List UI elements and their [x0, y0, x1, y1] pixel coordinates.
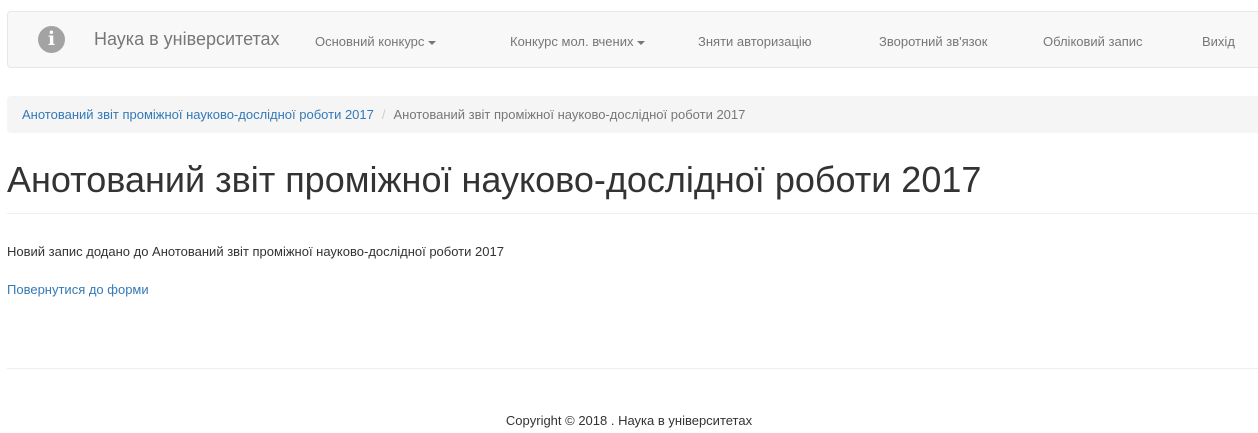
nav-item-logout[interactable]: Вихід [1202, 34, 1235, 49]
breadcrumb-separator: / [381, 107, 386, 122]
nav-item-label: Конкурс мол. вчених [510, 34, 634, 49]
success-message: Новий запис додано до Анотований звіт пр… [7, 244, 504, 259]
footer-copyright: Copyright © 2018 . Наука в університетах [505, 413, 753, 428]
info-icon[interactable]: i [38, 26, 65, 53]
breadcrumb: Анотований звіт проміжної науково-дослід… [7, 96, 1258, 133]
title-divider [7, 213, 1258, 214]
nav-item-feedback[interactable]: Зворотний зв'язок [879, 34, 987, 49]
back-to-form-link[interactable]: Повернутися до форми [7, 282, 149, 297]
page-title: Анотований звіт проміжної науково-дослід… [7, 159, 982, 200]
footer-divider [7, 368, 1258, 369]
nav-item-young-scientists-contest[interactable]: Конкурс мол. вчених [510, 34, 646, 49]
nav-item-account[interactable]: Обліковий запис [1043, 34, 1143, 49]
breadcrumb-current: Анотований звіт проміжної науково-дослід… [393, 107, 746, 122]
caret-down-icon [637, 40, 646, 45]
caret-down-icon [428, 40, 437, 45]
nav-brand[interactable]: Наука в університетах [94, 29, 280, 50]
nav-item-main-contest[interactable]: Основний конкурс [315, 34, 437, 49]
top-navbar: i Наука в університетах Основний конкурс… [7, 11, 1258, 68]
breadcrumb-link[interactable]: Анотований звіт проміжної науково-дослід… [22, 107, 374, 122]
nav-item-remove-authorization[interactable]: Зняти авторизацію [698, 34, 812, 49]
nav-item-label: Основний конкурс [315, 34, 425, 49]
